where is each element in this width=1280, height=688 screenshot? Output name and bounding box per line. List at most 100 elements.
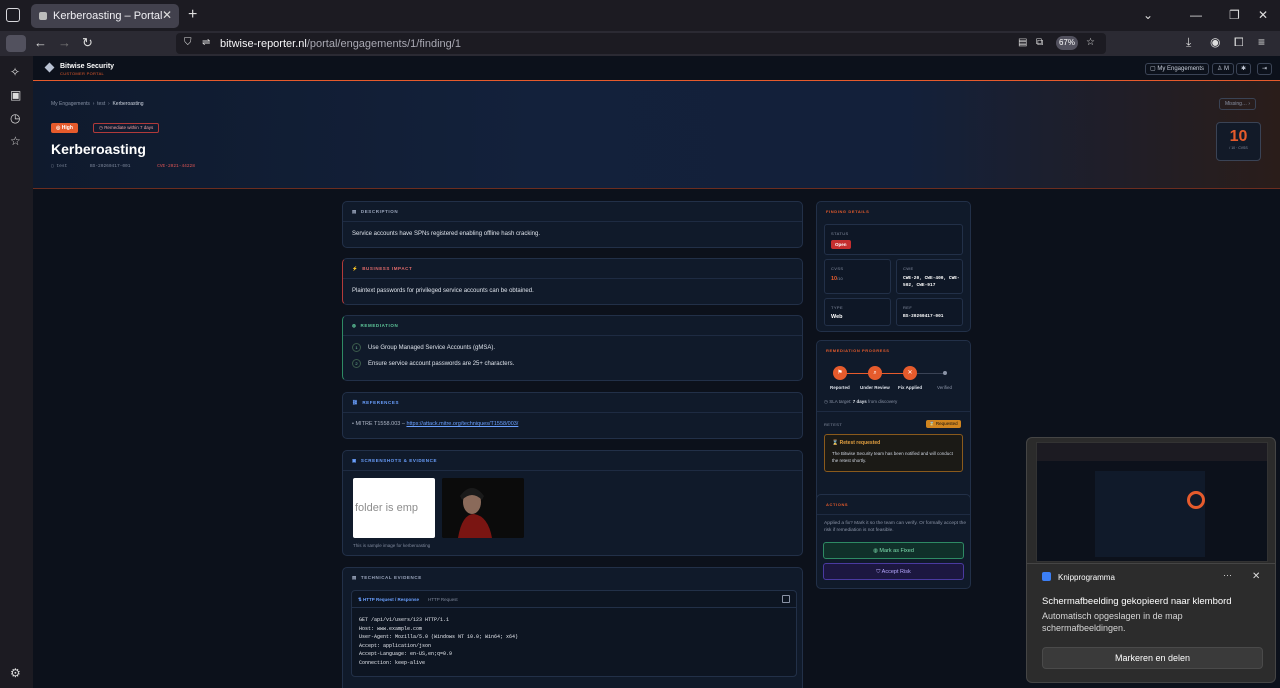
http-evidence-block: ⇅ HTTP Request / Response HTTP Request G… xyxy=(351,590,797,677)
close-tab-icon[interactable]: ✕ xyxy=(162,8,172,22)
downloads-icon[interactable]: ⤓ xyxy=(1186,35,1191,50)
snipping-toast: Knipprogramma ··· ✕ Schermafbeelding gek… xyxy=(1026,564,1276,683)
brand-name[interactable]: Bitwise Security xyxy=(60,63,114,70)
shield-icon[interactable]: ⛉ xyxy=(184,37,192,48)
ref-box: REF BS-20260417-001 xyxy=(896,298,963,326)
restore-icon[interactable]: ❐ xyxy=(1229,8,1240,22)
reference-link[interactable]: https://attack.mitre.org/techniques/T155… xyxy=(406,421,518,427)
snipping-tool-icon xyxy=(1042,572,1051,581)
favicon-icon xyxy=(39,12,47,20)
code-icon: ▤ xyxy=(352,575,357,580)
references-card: ⛓ REFERENCES • MITRE T1558.003 – https://… xyxy=(342,392,803,439)
http-title: ⇅ HTTP Request / Response xyxy=(358,597,419,602)
cvss-score: 10 xyxy=(1229,128,1248,145)
browser-tab-strip: Kerberoasting – Portal ✕ + ⌄ — ❐ ✕ xyxy=(0,0,1280,31)
page-title: Kerberoasting xyxy=(51,141,146,157)
browser-sidebar: ✧ ▣ ◷ ☆ ⚙ xyxy=(0,56,33,688)
remediation-card: ◍ REMEDIATION 1 Use Group Managed Service … xyxy=(342,315,803,381)
under-review-step-icon: ⌕ xyxy=(868,366,882,380)
forward-icon[interactable]: → xyxy=(58,35,71,50)
app-header: Bitwise Security CUSTOMER PORTAL ▢ My En… xyxy=(33,56,1280,81)
toast-app-name: Knipprogramma xyxy=(1058,573,1115,582)
extensions-icon[interactable]: ⧠ xyxy=(1234,35,1244,50)
check-circle-icon: ◍ xyxy=(352,323,357,328)
breadcrumb-engagements[interactable]: My Engagements xyxy=(51,101,90,107)
theme-toggle-icon[interactable]: ✱ xyxy=(1236,63,1252,75)
logo-icon xyxy=(44,62,55,73)
history-icon[interactable]: ◷ xyxy=(10,111,20,125)
breadcrumb-engagement[interactable]: test xyxy=(97,101,105,107)
url-path: /portal/engagements/1/finding/1 xyxy=(306,37,461,50)
business-impact-heading: ⚡ BUSINESS IMPACT xyxy=(352,266,413,271)
reader-view-icon[interactable]: ▤ xyxy=(1018,37,1027,48)
remediation-step: 1 Use Group Managed Service Accounts (gMS… xyxy=(352,343,495,352)
http-request-text: GET /api/v1/users/123 HTTP/1.1 Host: www… xyxy=(359,617,519,666)
step-reported: Reported xyxy=(830,385,850,390)
tab-list-icon[interactable]: ⌄ xyxy=(1143,8,1153,22)
sla-target: ◷ SLA target: 7 days from discovery xyxy=(824,399,898,404)
severity-badge: ◎ High xyxy=(51,123,78,133)
menu-icon[interactable]: ≡ xyxy=(1258,35,1265,49)
finding-hero: My Engagements › test › Kerberoasting Mi… xyxy=(33,81,1280,189)
url-bar[interactable]: bitwise-reporter.nl/portal/engagements/1… xyxy=(176,33,1106,54)
verified-step-icon xyxy=(943,371,947,375)
missing-button[interactable]: Missing… › xyxy=(1219,98,1257,110)
business-impact-text: Plaintext passwords for privileged servi… xyxy=(352,288,534,294)
minimize-icon[interactable]: — xyxy=(1190,8,1202,22)
zoom-level[interactable]: 67% xyxy=(1056,36,1078,50)
step-number: 2 xyxy=(352,359,361,368)
browser-tab[interactable]: Kerberoasting – Portal ✕ xyxy=(31,4,179,28)
bookmarks-icon[interactable]: ☆ xyxy=(10,134,21,148)
cvss-score-box: 10 / 10 · CVSS xyxy=(1216,122,1261,161)
status-badge: Open xyxy=(831,240,851,249)
finding-details-heading: FINDING DETAILS xyxy=(826,209,870,214)
close-toast-icon[interactable]: ✕ xyxy=(1252,571,1260,582)
copy-icon[interactable] xyxy=(782,595,790,603)
reload-icon[interactable]: ↻ xyxy=(82,35,93,51)
close-window-icon[interactable]: ✕ xyxy=(1258,8,1268,22)
sla-badge: ◷ Remediate within 7 days xyxy=(93,123,160,133)
site-info-icon[interactable]: ⇌ xyxy=(202,37,210,48)
mark-and-share-button[interactable]: Markeren en delen xyxy=(1042,647,1263,669)
user-button[interactable]: ♙ M xyxy=(1212,63,1235,75)
meta-engagement: test xyxy=(56,164,68,169)
screenshot-preview[interactable] xyxy=(1026,437,1276,564)
account-icon[interactable]: ◉ xyxy=(1210,35,1220,49)
evidence-caption: This is sample image for kerberoasting xyxy=(353,543,431,548)
finding-meta: ▢ test BS-20260417-001 CVE-2021-44228 xyxy=(51,164,195,169)
evidence-image-1[interactable]: folder is emp xyxy=(353,478,435,538)
step-fix-applied: Fix Applied xyxy=(898,385,923,390)
logout-icon[interactable]: ⇥ xyxy=(1257,63,1273,75)
meta-ref: BS-20260417-001 xyxy=(89,164,131,169)
tab-overview-icon[interactable] xyxy=(6,8,20,22)
new-tab-icon[interactable]: + xyxy=(188,6,197,24)
synced-tabs-icon[interactable]: ▣ xyxy=(10,88,21,102)
settings-gear-icon[interactable]: ⚙ xyxy=(10,666,21,680)
http-subtitle: HTTP Request xyxy=(428,597,458,602)
screenshot-icon[interactable]: ⧉ xyxy=(1036,37,1043,48)
retest-badge: ⌛ Requested xyxy=(926,420,961,428)
evidence-image-2[interactable] xyxy=(442,478,524,538)
step-under-review: Under Review xyxy=(860,385,890,390)
step-number: 1 xyxy=(352,343,361,352)
remediation-step: 2 Ensure service account passwords are 25… xyxy=(352,359,514,368)
bookmark-star-icon[interactable]: ☆ xyxy=(1086,37,1095,48)
breadcrumb: My Engagements › test › Kerberoasting xyxy=(51,101,144,107)
sidebar-toggle-icon[interactable] xyxy=(6,35,26,52)
type-label: TYPE xyxy=(831,305,844,310)
description-heading: ▤ DESCRIPTION xyxy=(352,209,399,214)
retest-text: The Bitwise Security team has been notif… xyxy=(832,451,953,463)
back-icon[interactable]: ← xyxy=(34,35,47,50)
my-engagements-button[interactable]: ▢ My Engagements xyxy=(1145,63,1210,75)
ai-sparkle-icon[interactable]: ✧ xyxy=(10,65,20,79)
portrait-image xyxy=(442,478,524,538)
status-label: STATUS xyxy=(831,231,849,236)
technical-evidence-heading: ▤ TECHNICAL EVIDENCE xyxy=(352,575,422,580)
more-options-icon[interactable]: ··· xyxy=(1223,570,1232,580)
reference-item: • MITRE T1558.003 – https://attack.mitre… xyxy=(352,421,519,427)
accept-risk-button[interactable]: ⛉ Accept Risk xyxy=(823,563,964,580)
mark-fixed-button[interactable]: ◍ Mark as Fixed xyxy=(823,542,964,559)
ref-label: REF xyxy=(903,305,913,310)
reported-step-icon: ⚑ xyxy=(833,366,847,380)
brand-subtitle: CUSTOMER PORTAL xyxy=(60,71,105,76)
